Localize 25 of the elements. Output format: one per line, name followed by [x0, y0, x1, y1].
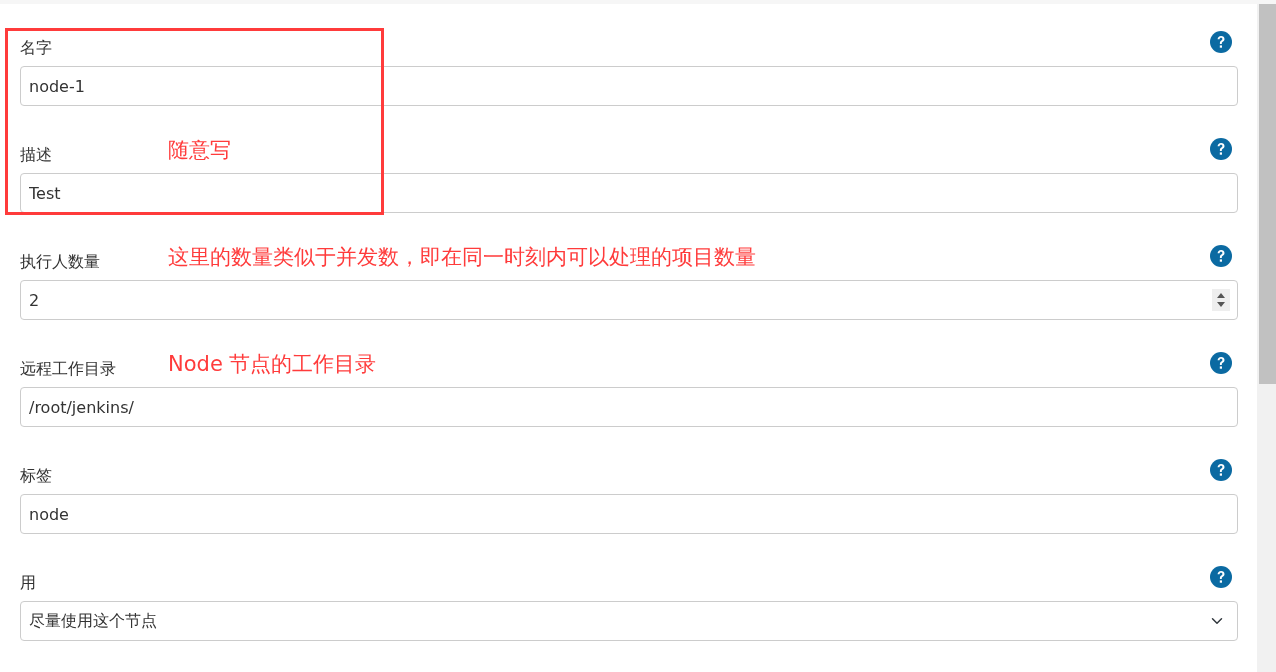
annotation-text: 随意写 — [168, 137, 231, 165]
up-down-arrows-icon — [1216, 292, 1226, 308]
field-label: 远程工作目录 — [20, 358, 117, 380]
number-field[interactable]: 2 — [20, 280, 1238, 320]
scrollbar[interactable] — [1257, 4, 1276, 672]
field-label: 描述 — [20, 144, 53, 166]
text-field[interactable]: /root/jenkins/ — [20, 387, 1238, 427]
annotation-text: Node 节点的工作目录 — [168, 351, 377, 379]
text-field[interactable]: Test — [20, 173, 1238, 213]
help-icon[interactable] — [1210, 31, 1232, 53]
help-icon[interactable] — [1210, 459, 1232, 481]
text-field[interactable]: node — [20, 494, 1238, 534]
select-field[interactable]: 尽量使用这个节点 — [20, 601, 1238, 641]
field-label: 名字 — [20, 37, 53, 59]
help-icon[interactable] — [1210, 352, 1232, 374]
spinner-button[interactable] — [1212, 289, 1230, 311]
scrollbar-thumb[interactable] — [1259, 4, 1276, 384]
annotation-text: 这里的数量类似于并发数，即在同一时刻内可以处理的项目数量 — [168, 244, 756, 272]
help-icon[interactable] — [1210, 138, 1232, 160]
help-icon[interactable] — [1210, 566, 1232, 588]
field-label: 执行人数量 — [20, 251, 101, 273]
help-icon[interactable] — [1210, 245, 1232, 267]
field-label: 用 — [20, 572, 37, 594]
field-label: 标签 — [20, 465, 53, 487]
text-field[interactable]: node-1 — [20, 66, 1238, 106]
